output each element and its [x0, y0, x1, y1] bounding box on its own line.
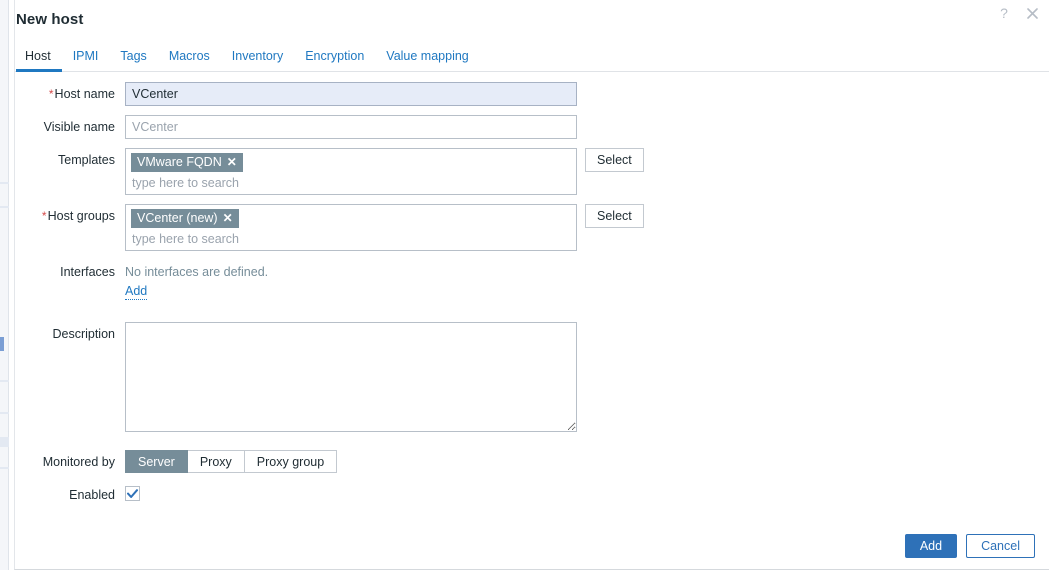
templates-field-wrap: VMware FQDN ✕ Select	[125, 148, 644, 195]
form-row-interfaces-add: Add	[15, 284, 1049, 300]
form-row-visible-name: Visible name	[15, 115, 1049, 139]
form-row-host-name: *Host name	[15, 82, 1049, 106]
visible-name-label: Visible name	[43, 120, 115, 134]
host-name-input[interactable]	[125, 82, 577, 106]
required-asterisk: *	[48, 87, 54, 101]
monitored-by-label: Monitored by	[42, 455, 115, 469]
help-icon[interactable]: ?	[995, 4, 1013, 22]
monitored-by-field-wrap: Server Proxy Proxy group	[125, 450, 338, 473]
background-sidebar-active-blip	[0, 337, 4, 351]
interfaces-add-spacer	[15, 284, 125, 289]
host-groups-label: *Host groups	[15, 204, 125, 223]
interfaces-empty-text: No interfaces are defined.	[125, 265, 269, 279]
new-host-dialog: New host ? Host IPMI Tags Macros Invento…	[14, 0, 1049, 570]
form-row-interfaces: Interfaces No interfaces are defined.	[15, 260, 1049, 280]
tab-encryption[interactable]: Encryption	[294, 46, 375, 71]
tab-inventory[interactable]: Inventory	[221, 46, 294, 71]
form-row-enabled: Enabled	[15, 483, 1049, 502]
host-groups-select-button[interactable]: Select	[585, 204, 644, 228]
background-sidebar-blip	[0, 467, 9, 469]
templates-label: Templates	[58, 153, 115, 167]
remove-chip-icon[interactable]: ✕	[227, 156, 237, 168]
description-textarea[interactable]	[125, 322, 577, 432]
background-sidebar-blip	[0, 412, 9, 414]
tab-ipmi[interactable]: IPMI	[62, 46, 110, 71]
interfaces-field-wrap: No interfaces are defined.	[125, 260, 268, 280]
tab-host[interactable]: Host	[16, 46, 62, 72]
interfaces-add-wrap: Add	[125, 284, 148, 300]
close-icon[interactable]	[1023, 4, 1041, 22]
background-sidebar-blip	[0, 437, 9, 447]
form-row-host-groups: *Host groups VCenter (new) ✕ Select	[15, 204, 1049, 251]
add-button[interactable]: Add	[904, 534, 958, 558]
page-title: New host	[16, 11, 84, 28]
host-name-label: *Host name	[15, 82, 125, 101]
background-sidebar-blip	[0, 380, 9, 382]
description-field-wrap	[125, 322, 577, 432]
background-sidebar-blip	[0, 206, 9, 208]
host-group-chip[interactable]: VCenter (new) ✕	[131, 209, 239, 228]
tab-value-mapping[interactable]: Value mapping	[375, 46, 479, 71]
host-name-field-wrap	[125, 82, 577, 106]
tab-tags[interactable]: Tags	[109, 46, 157, 71]
interfaces-label: Interfaces	[60, 265, 115, 279]
dialog-tabs: Host IPMI Tags Macros Inventory Encrypti…	[15, 46, 1049, 72]
templates-search-input[interactable]	[131, 172, 571, 190]
host-name-label-text: Host name	[54, 87, 115, 101]
template-chip[interactable]: VMware FQDN ✕	[131, 153, 243, 172]
host-groups-multiselect[interactable]: VCenter (new) ✕	[125, 204, 577, 251]
visible-name-field-wrap	[125, 115, 577, 139]
templates-select-button[interactable]: Select	[585, 148, 644, 172]
tab-macros[interactable]: Macros	[158, 46, 221, 71]
description-label: Description	[52, 327, 115, 341]
dialog-footer: Add Cancel	[15, 523, 1049, 569]
required-asterisk: *	[41, 209, 47, 223]
background-sidebar-strip	[0, 0, 9, 570]
visible-name-input[interactable]	[125, 115, 577, 139]
host-groups-search-input[interactable]	[131, 228, 571, 246]
cancel-button[interactable]: Cancel	[966, 534, 1035, 558]
monitored-by-option-server[interactable]: Server	[125, 450, 188, 473]
templates-multiselect[interactable]: VMware FQDN ✕	[125, 148, 577, 195]
host-groups-label-text: Host groups	[47, 209, 115, 223]
host-group-chip-label: VCenter (new)	[137, 211, 218, 225]
template-chip-label: VMware FQDN	[137, 155, 222, 169]
enabled-label: Enabled	[69, 488, 115, 502]
enabled-checkbox[interactable]	[125, 486, 140, 501]
host-form: *Host name Visible name Templates VMware…	[15, 72, 1049, 502]
monitored-by-segmented-control: Server Proxy Proxy group	[125, 450, 338, 473]
background-page	[0, 0, 14, 570]
form-row-templates: Templates VMware FQDN ✕ Select	[15, 148, 1049, 195]
remove-chip-icon[interactable]: ✕	[223, 212, 233, 224]
form-row-description: Description	[15, 322, 1049, 432]
form-row-monitored-by: Monitored by Server Proxy Proxy group	[15, 450, 1049, 473]
enabled-field-wrap	[125, 483, 140, 501]
host-groups-field-wrap: VCenter (new) ✕ Select	[125, 204, 644, 251]
dialog-header-controls: ?	[995, 4, 1041, 22]
background-sidebar-blip	[0, 182, 9, 184]
monitored-by-option-proxy-group[interactable]: Proxy group	[244, 450, 338, 473]
monitored-by-option-proxy[interactable]: Proxy	[187, 450, 245, 473]
dialog-header: New host ?	[15, 0, 1049, 46]
add-interface-link[interactable]: Add	[125, 284, 148, 300]
